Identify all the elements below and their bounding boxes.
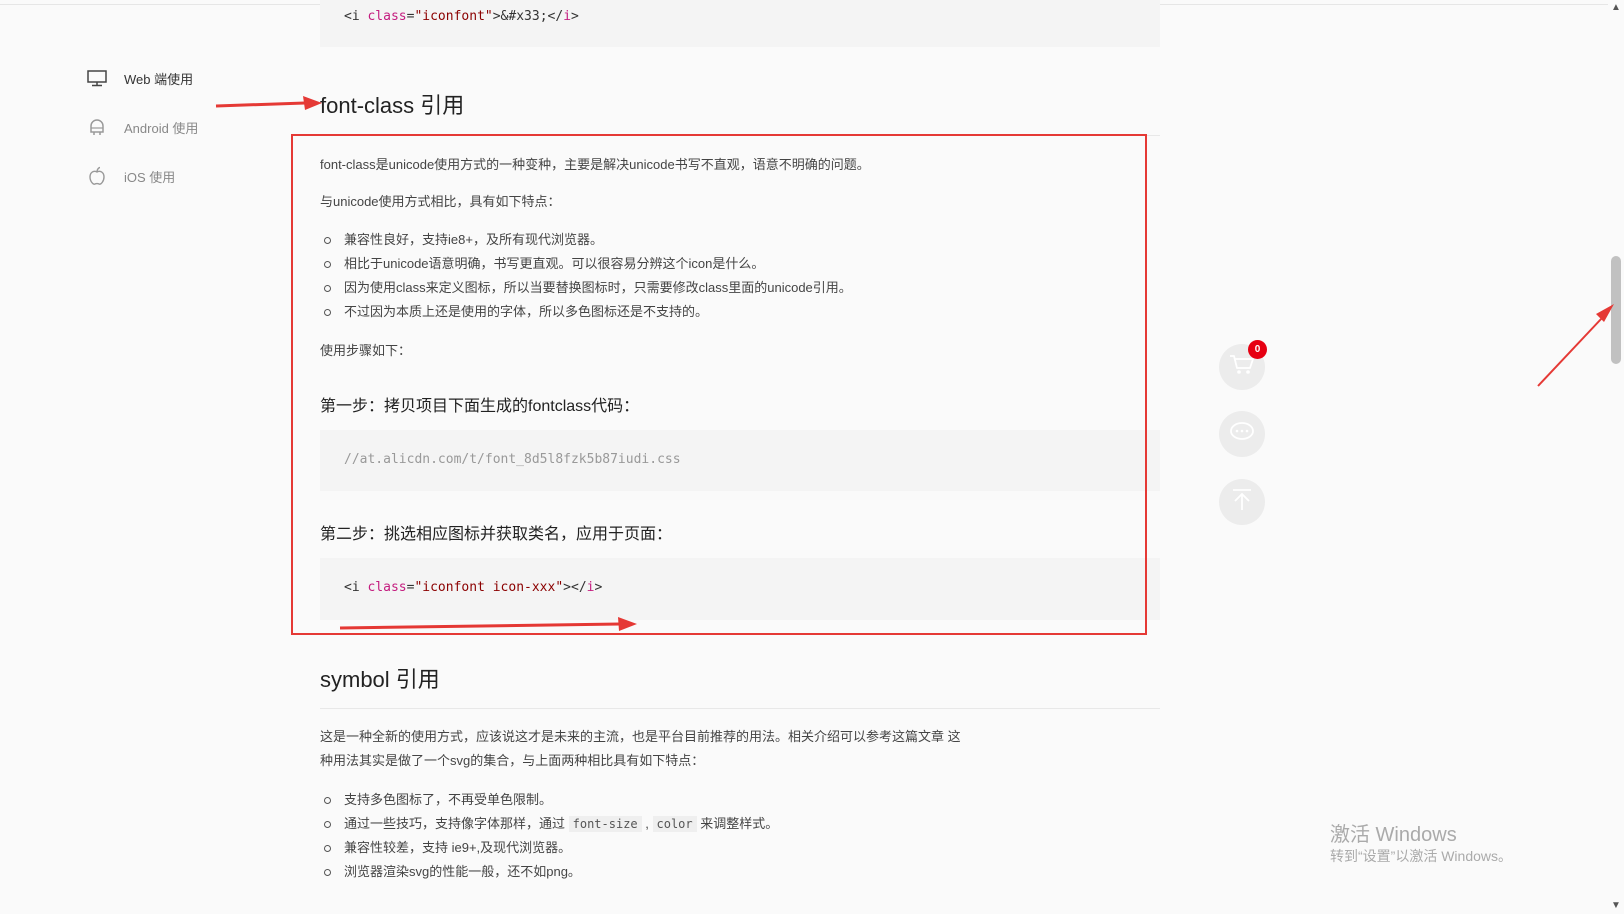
code-end: > xyxy=(571,9,579,24)
cart-count-badge: 0 xyxy=(1248,340,1267,359)
sidebar-item-label: iOS 使用 xyxy=(124,169,176,185)
symbol-feature-list: 支持多色图标了，不再受单色限制。 通过一些技巧，支持像字体那样，通过 font-… xyxy=(320,788,778,884)
scrollbar-thumb[interactable] xyxy=(1611,256,1621,364)
section-title-font-class: font-class 引用 xyxy=(320,93,465,118)
code-text: <i class="iconfont">&#x33;</i> xyxy=(344,9,579,24)
chat-button[interactable] xyxy=(1219,411,1265,457)
code-tag: <i xyxy=(344,9,368,24)
arrow-to-font-class-title xyxy=(215,96,322,110)
sidebar-item-label: Android 使用 xyxy=(124,120,199,136)
scroll-up-arrow[interactable]: ▲ xyxy=(1610,2,1622,14)
list-item-text: 通过一些技巧，支持像字体那样，通过 xyxy=(344,816,569,831)
sidebar-item-android[interactable]: Android 使用 xyxy=(86,116,198,138)
list-item: 兼容性较差，支持 ie9+,及现代浏览器。 xyxy=(320,836,778,860)
android-icon xyxy=(86,116,108,138)
list-item: 通过一些技巧，支持像字体那样，通过 font-size , color 来调整样… xyxy=(320,812,778,836)
windows-activation-hint: 转到“设置”以激活 Windows。 xyxy=(1330,848,1513,864)
inline-code: font-size xyxy=(568,816,642,832)
cart-icon xyxy=(1229,354,1255,381)
list-item-text: , xyxy=(641,816,653,831)
list-item: 浏览器渲染svg的性能一般，还不如png。 xyxy=(320,860,778,884)
section-title-symbol: symbol 引用 xyxy=(320,667,440,692)
code-attr: class xyxy=(367,9,407,24)
back-to-top-icon xyxy=(1231,488,1253,517)
code-block-unicode: <i class="iconfont">&#x33;</i> xyxy=(320,0,1160,47)
annotation-highlight-box xyxy=(291,134,1147,635)
chat-icon xyxy=(1229,421,1255,448)
windows-activation-title: 激活 Windows xyxy=(1330,824,1457,846)
code-value: "iconfont" xyxy=(414,9,493,24)
code-rest: >&#x33;</ xyxy=(492,9,564,24)
symbol-intro-line2: 种用法其实是做了一个svg的集合，与上面两种相比具有如下特点： xyxy=(320,753,705,768)
list-item: 支持多色图标了，不再受单色限制。 xyxy=(320,788,778,812)
scroll-down-arrow[interactable]: ▼ xyxy=(1610,900,1622,912)
arrow-to-scrollbar xyxy=(1537,304,1614,387)
section-divider xyxy=(320,708,1160,709)
scrollbar-track[interactable] xyxy=(1608,0,1624,914)
back-to-top-button[interactable] xyxy=(1219,479,1265,525)
code-tag-close: i xyxy=(563,9,572,24)
monitor-icon xyxy=(86,67,108,89)
apple-icon xyxy=(86,165,108,187)
symbol-intro-line1: 这是一种全新的使用方式，应该说这才是未来的主流，也是平台目前推荐的用法。相关介绍… xyxy=(320,729,961,744)
list-item-text: 来调整样式。 xyxy=(696,816,779,831)
inline-code: color xyxy=(652,816,697,832)
sidebar-item-ios[interactable]: iOS 使用 xyxy=(86,165,175,187)
sidebar-item-web[interactable]: Web 端使用 xyxy=(86,67,193,89)
sidebar-item-label: Web 端使用 xyxy=(124,71,194,87)
